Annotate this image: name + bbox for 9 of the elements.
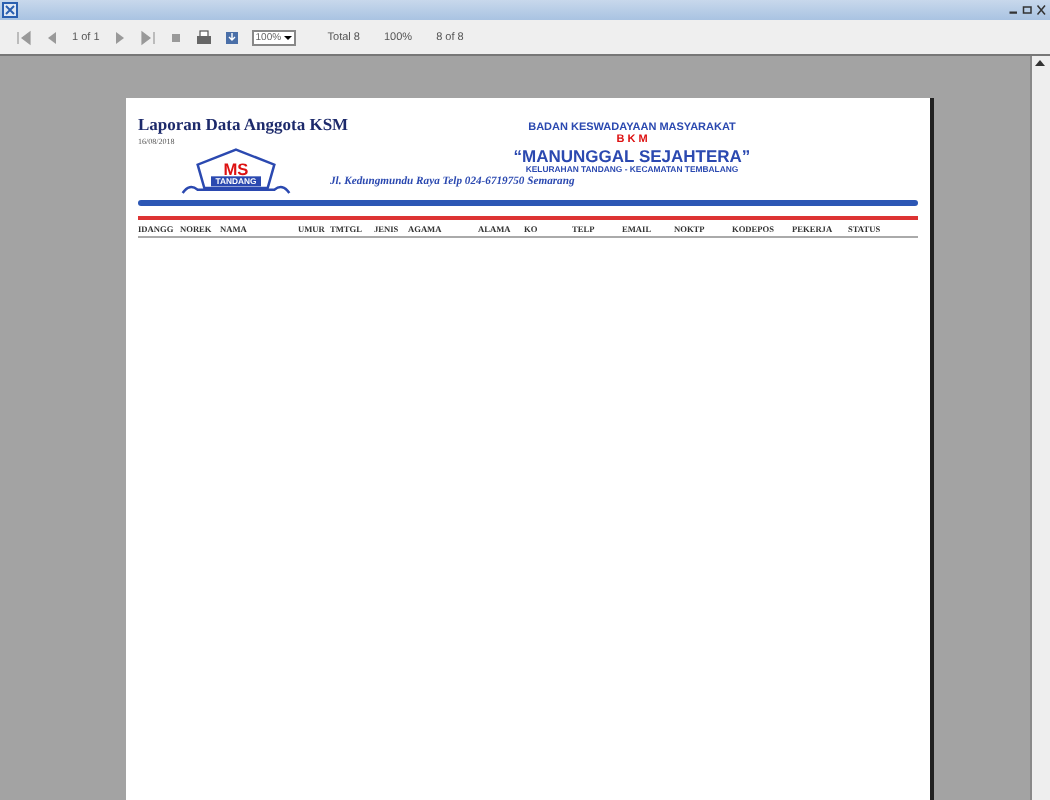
- printer-icon[interactable]: [195, 29, 212, 45]
- export-icon[interactable]: [223, 29, 240, 45]
- dropdown-caret-icon[interactable]: [281, 31, 294, 43]
- report-title: Laporan Data Anggota KSM: [138, 114, 349, 136]
- app-icon[interactable]: [2, 2, 18, 18]
- scrollbar[interactable]: [1030, 56, 1050, 800]
- close-icon[interactable]: [1036, 2, 1048, 18]
- letterhead-line: “MANUNGGAL SEJAHTERA”: [513, 147, 751, 166]
- restore-icon[interactable]: [1022, 2, 1034, 18]
